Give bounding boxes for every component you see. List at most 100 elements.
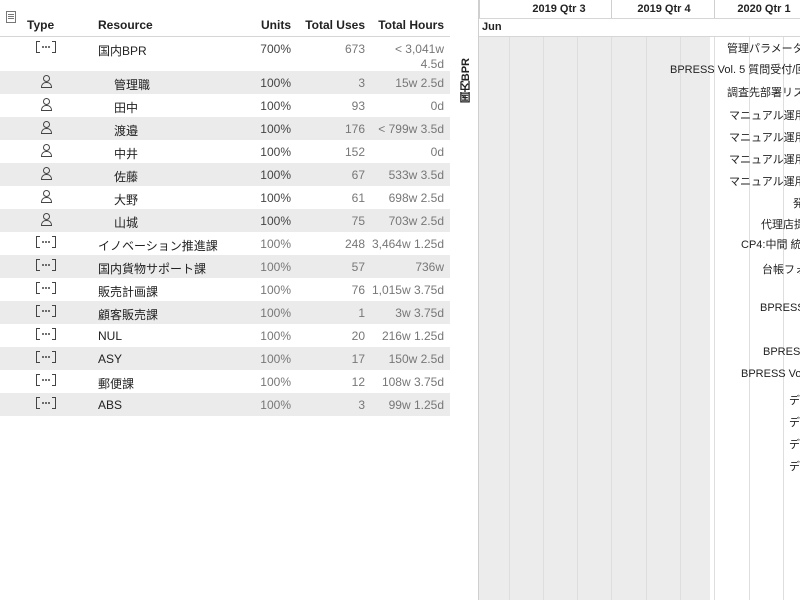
- table-row[interactable]: 管理職 100% 3 15w 2.5d: [0, 71, 450, 94]
- total-hours-value: 150w 2.5d: [388, 352, 444, 366]
- column-header-total-uses[interactable]: Total Uses: [305, 18, 365, 32]
- person-resource-icon: [41, 190, 52, 203]
- quarter-divider: [611, 0, 612, 18]
- timescale-bottom-border: [479, 36, 800, 37]
- total-hours-value: 3,464w 1.25d: [371, 237, 444, 251]
- total-hours-value: 0d: [430, 145, 444, 159]
- table-row[interactable]: 大野 100% 61 698w 2.5d: [0, 186, 450, 209]
- table-row[interactable]: 国内貨物サポート課 100% 57 736w: [0, 255, 450, 278]
- gantt-gridline: [509, 37, 510, 600]
- table-row[interactable]: 山城 100% 75 703w 2.5d: [0, 209, 450, 232]
- gantt-task-label[interactable]: BPRESS: [763, 346, 800, 358]
- total-uses-value: 76: [351, 283, 365, 297]
- column-header-type[interactable]: Type: [27, 18, 54, 32]
- gantt-task-label[interactable]: デ: [789, 392, 800, 408]
- table-header: Type Resource Units Total Uses Total Hou…: [0, 0, 450, 37]
- total-hours-value-line2: 4.5d: [420, 57, 444, 71]
- units-value: 100%: [260, 375, 291, 389]
- gantt-task-label[interactable]: 発: [793, 195, 800, 211]
- gantt-shaded-region: [479, 37, 710, 600]
- quarter-label: 2019 Qtr 4: [637, 3, 691, 15]
- total-uses-value: 12: [351, 375, 365, 389]
- total-hours-value: 99w 1.25d: [388, 398, 444, 412]
- total-hours-value: 533w 3.5d: [388, 168, 444, 182]
- table-row[interactable]: 販売計画課 100% 76 1,015w 3.75d: [0, 278, 450, 301]
- total-uses-value: 17: [351, 352, 365, 366]
- table-row[interactable]: 中井 100% 152 0d: [0, 140, 450, 163]
- gantt-gridline: [543, 37, 544, 600]
- group-resource-icon: [36, 351, 56, 363]
- column-header-total-hours[interactable]: Total Hours: [378, 18, 444, 32]
- total-hours-value: 1,015w 3.75d: [371, 283, 444, 297]
- table-row[interactable]: 国内BPR 700% 673 < 3,041w 4.5d: [0, 37, 450, 71]
- gantt-task-label[interactable]: BPRESS: [760, 302, 800, 314]
- table-row[interactable]: イノベーション推進課 100% 248 3,464w 1.25d: [0, 232, 450, 255]
- total-hours-value: 216w 1.25d: [381, 329, 444, 343]
- gantt-task-label[interactable]: 調査先部署リス: [727, 84, 800, 100]
- resource-name: ASY: [98, 352, 123, 366]
- resource-name: 渡邉: [114, 124, 139, 138]
- gantt-task-label[interactable]: 管理パラメータ: [727, 40, 800, 56]
- gantt-task-label[interactable]: CP4:中間 統: [741, 236, 800, 252]
- total-uses-value: 20: [351, 329, 365, 343]
- column-header-resource[interactable]: Resource: [98, 18, 153, 32]
- resource-name: 佐藤: [114, 170, 139, 184]
- gantt-chart: 国内BPR 2019 Qtr 3 2019 Qtr 4 2020 Qtr 1 J…: [450, 0, 800, 600]
- resource-name: 国内貨物サポート課: [98, 262, 207, 276]
- resource-name: 管理職: [114, 78, 151, 92]
- total-uses-value: 61: [351, 191, 365, 205]
- person-resource-icon: [41, 75, 52, 88]
- quarter-label: 2019 Qtr 3: [532, 3, 586, 15]
- gantt-task-label[interactable]: 台帳フォ: [762, 261, 800, 277]
- gantt-gridline: [577, 37, 578, 600]
- units-value: 100%: [260, 398, 291, 412]
- resource-name: 山城: [114, 216, 139, 230]
- table-row[interactable]: 佐藤 100% 67 533w 3.5d: [0, 163, 450, 186]
- units-value: 100%: [260, 237, 291, 251]
- gantt-task-label[interactable]: BPRESS Vol: [741, 368, 800, 380]
- group-resource-icon: [36, 259, 56, 271]
- total-hours-value: 108w 3.75d: [381, 375, 444, 389]
- gantt-task-label[interactable]: BPRESS Vol. 5 質問受付/回: [670, 61, 800, 77]
- resource-name: 大野: [114, 193, 139, 207]
- total-uses-value: 3: [358, 76, 365, 90]
- resource-name: ABS: [98, 398, 123, 412]
- units-value: 100%: [260, 191, 291, 205]
- table-row[interactable]: ABS 100% 3 99w 1.25d: [0, 393, 450, 416]
- gantt-gridline: [611, 37, 612, 600]
- total-uses-value: 93: [351, 99, 365, 113]
- gantt-task-label[interactable]: マニュアル運用: [729, 107, 800, 123]
- total-hours-value: 703w 2.5d: [388, 214, 444, 228]
- document-icon[interactable]: [6, 11, 16, 23]
- person-resource-icon: [41, 213, 52, 226]
- total-hours-value: 15w 2.5d: [395, 76, 444, 90]
- table-row[interactable]: NUL 100% 20 216w 1.25d: [0, 324, 450, 347]
- table-row[interactable]: 顧客販売課 100% 1 3w 3.75d: [0, 301, 450, 324]
- column-header-units[interactable]: Units: [261, 18, 291, 32]
- quarter-label: 2020 Qtr 1: [737, 3, 791, 15]
- total-uses-value: 1: [358, 306, 365, 320]
- table-row[interactable]: ASY 100% 17 150w 2.5d: [0, 347, 450, 370]
- gantt-task-label[interactable]: デ: [789, 458, 800, 474]
- gantt-task-label[interactable]: マニュアル運用: [729, 173, 800, 189]
- table-row[interactable]: 郵便課 100% 12 108w 3.75d: [0, 370, 450, 393]
- resource-name: 中井: [114, 147, 139, 161]
- units-value: 100%: [260, 122, 291, 136]
- group-resource-icon: [36, 236, 56, 248]
- units-value: 100%: [260, 76, 291, 90]
- gantt-task-label[interactable]: マニュアル運用: [729, 129, 800, 145]
- resource-name: 郵便課: [98, 377, 135, 391]
- total-uses-value: 67: [351, 168, 365, 182]
- gantt-task-label[interactable]: マニュアル運用: [729, 151, 800, 167]
- units-value: 100%: [260, 214, 291, 228]
- resource-name: 田中: [114, 101, 139, 115]
- gantt-task-label[interactable]: デ: [789, 436, 800, 452]
- units-value: 100%: [260, 329, 291, 343]
- total-uses-value: 152: [344, 145, 365, 159]
- total-hours-value: < 3,041w: [394, 42, 444, 56]
- total-hours-value: 736w: [415, 260, 444, 274]
- gantt-task-label[interactable]: デ: [789, 414, 800, 430]
- table-row[interactable]: 田中 100% 93 0d: [0, 94, 450, 117]
- table-row[interactable]: 渡邉 100% 176 < 799w 3.5d: [0, 117, 450, 140]
- gantt-task-label[interactable]: 代理店提: [761, 216, 800, 232]
